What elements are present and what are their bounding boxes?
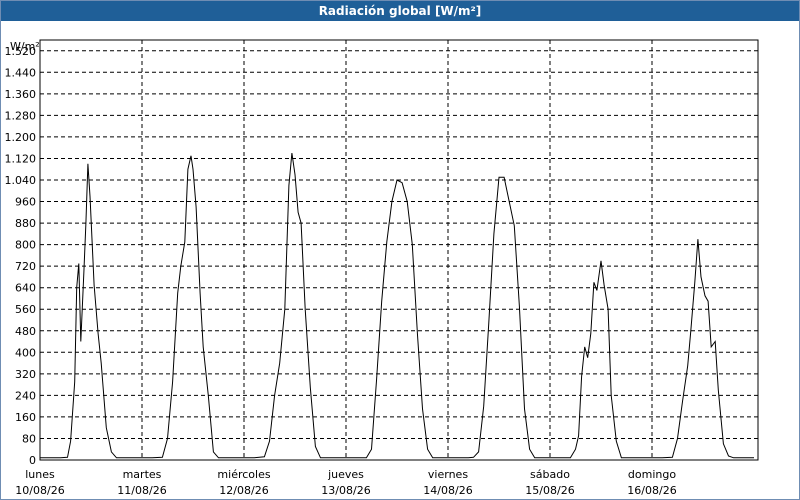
y-tick-label: 1.200 [5,131,37,144]
x-tick-day-label: viernes [428,468,468,481]
x-tick-day-label: sábado [530,468,570,481]
x-tick-day-label: martes [123,468,162,481]
y-tick-label: 160 [15,411,36,424]
y-tick-label: 400 [15,346,36,359]
radiation-chart: W/m² 08016024032040048056064072080088096… [5,39,759,497]
y-tick-label: 480 [15,325,36,338]
y-tick-label: 1.520 [5,45,37,58]
y-tick-label: 0 [29,454,36,467]
x-tick-date-label: 14/08/26 [423,484,472,497]
plot-area-border [39,39,759,461]
y-tick-label: 720 [15,260,36,273]
x-tick-date-label: 16/08/26 [627,484,676,497]
y-tick-label: 800 [15,239,36,252]
x-tick-day-label: lunes [25,468,55,481]
x-tick-day-label: miércoles [217,468,270,481]
y-tick-label: 240 [15,389,36,402]
y-tick-label: 80 [22,432,36,445]
y-tick-label: 1.280 [5,109,37,122]
y-tick-label: 1.360 [5,88,37,101]
x-tick-date-label: 12/08/26 [219,484,268,497]
y-tick-label: 1.120 [5,152,37,165]
x-tick-date-label: 13/08/26 [321,484,370,497]
y-tick-label: 640 [15,282,36,295]
y-tick-label: 1.440 [5,66,37,79]
y-tick-label: 960 [15,196,36,209]
y-tick-label: 880 [15,217,36,230]
y-tick-label: 560 [15,303,36,316]
y-tick-label: 320 [15,368,36,381]
x-tick-date-label: 11/08/26 [117,484,166,497]
x-tick-day-label: jueves [327,468,364,481]
x-tick-date-label: 15/08/26 [525,484,574,497]
x-tick-day-label: domingo [628,468,676,481]
y-tick-label: 1.040 [5,174,37,187]
x-tick-date-label: 10/08/26 [15,484,64,497]
radiation-series-line [40,153,754,459]
